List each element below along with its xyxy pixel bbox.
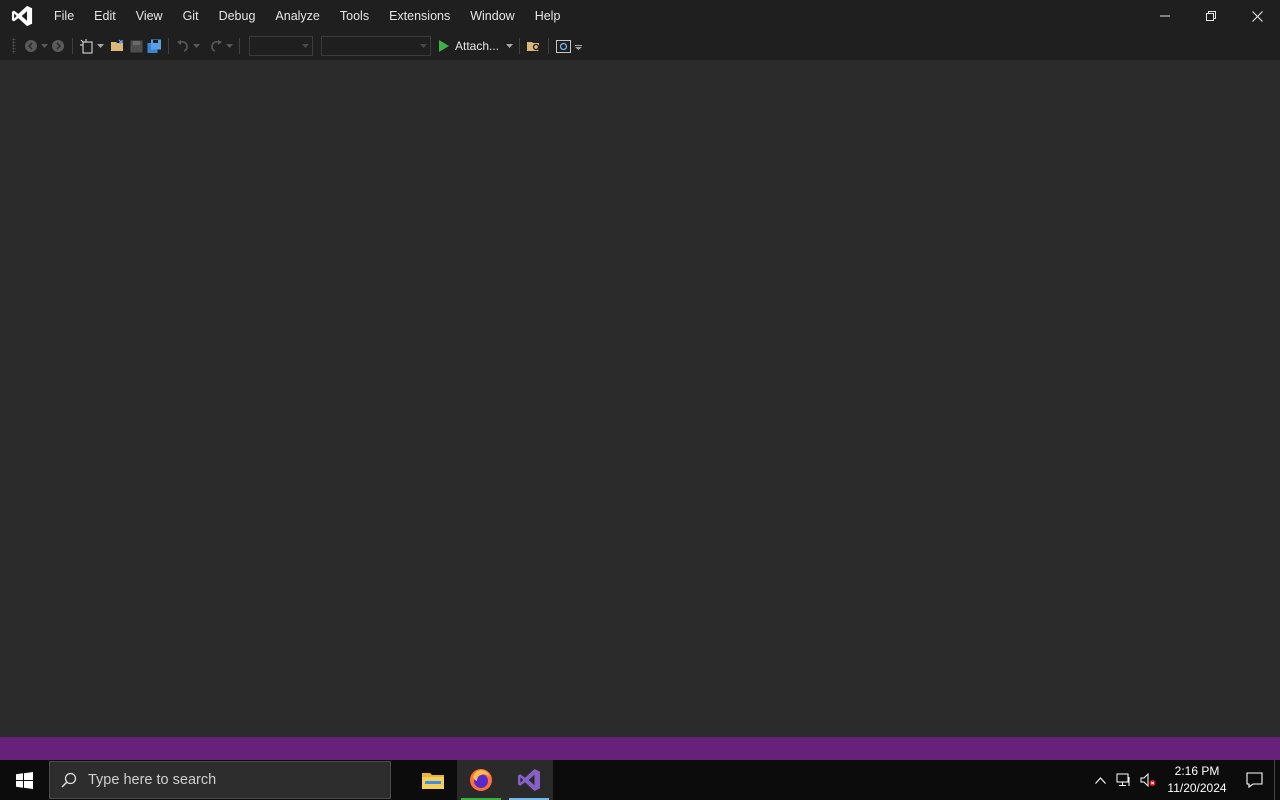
navigate-back-dropdown-icon[interactable]: [40, 35, 49, 57]
toolbar-grip[interactable]: [12, 38, 16, 54]
find-in-files-icon[interactable]: [525, 35, 543, 57]
chevron-down-icon: [420, 44, 427, 48]
close-icon: [1251, 10, 1263, 22]
clock-time: 2:16 PM: [1174, 764, 1220, 778]
menu-git[interactable]: Git: [173, 0, 209, 32]
solution-platforms-dropdown[interactable]: [321, 36, 431, 56]
visual-studio-icon: [518, 769, 540, 791]
menu-window[interactable]: Window: [460, 0, 524, 32]
menu-debug[interactable]: Debug: [209, 0, 266, 32]
redo-icon[interactable]: [207, 35, 225, 57]
save-icon[interactable]: [127, 35, 145, 57]
show-desktop-button[interactable]: [1274, 760, 1280, 800]
undo-dropdown-icon[interactable]: [192, 35, 201, 57]
minimize-button[interactable]: [1142, 0, 1188, 32]
menu-edit[interactable]: Edit: [84, 0, 126, 32]
open-folder-icon[interactable]: [109, 35, 127, 57]
title-bar: File Edit View Git Debug Analyze Tools E…: [0, 0, 1280, 32]
clock-date: 11/20/2024: [1167, 781, 1227, 795]
redo-dropdown-icon[interactable]: [225, 35, 234, 57]
show-hidden-icons-chevron-up-icon[interactable]: [1088, 760, 1112, 800]
taskbar-file-explorer[interactable]: [409, 760, 457, 800]
close-button[interactable]: [1234, 0, 1280, 32]
new-project-icon[interactable]: [78, 35, 96, 57]
file-explorer-icon: [422, 773, 444, 789]
start-button[interactable]: [0, 760, 48, 800]
restore-button[interactable]: [1188, 0, 1234, 32]
menu-view[interactable]: View: [126, 0, 173, 32]
taskbar-search-box[interactable]: Type here to search: [49, 761, 391, 799]
menu-extensions[interactable]: Extensions: [379, 0, 460, 32]
attach-label: Attach...: [455, 39, 500, 53]
windows-taskbar: Type here to search 2:16 PM 11/20/2024: [0, 760, 1280, 800]
toolbar-separator: [548, 38, 550, 54]
menu-bar: File Edit View Git Debug Analyze Tools E…: [44, 0, 570, 32]
editor-workspace: [0, 60, 1280, 737]
network-icon[interactable]: [1112, 760, 1136, 800]
search-icon: [50, 772, 88, 788]
volume-muted-icon[interactable]: [1136, 760, 1160, 800]
navigate-back-icon[interactable]: [22, 35, 40, 57]
toolbar-separator: [72, 38, 73, 54]
restore-icon: [1206, 11, 1216, 21]
toolbar-options-icon[interactable]: [574, 35, 583, 57]
taskbar-visual-studio[interactable]: [505, 760, 553, 800]
minimize-icon: [1160, 15, 1170, 17]
attach-dropdown-icon[interactable]: [505, 35, 514, 57]
visual-studio-logo-icon[interactable]: [0, 0, 44, 32]
toolbar-separator: [168, 38, 169, 54]
screenshot-icon[interactable]: [554, 35, 572, 57]
windows-logo-icon: [15, 771, 33, 789]
menu-file[interactable]: File: [44, 0, 84, 32]
standard-toolbar: Attach...: [0, 32, 1280, 60]
menu-tools[interactable]: Tools: [330, 0, 379, 32]
notification-icon: [1245, 772, 1263, 788]
menu-help[interactable]: Help: [525, 0, 571, 32]
undo-icon[interactable]: [174, 35, 192, 57]
toolbar-separator: [519, 38, 521, 54]
taskbar-clock[interactable]: 2:16 PM 11/20/2024: [1160, 763, 1234, 797]
solution-configurations-dropdown[interactable]: [249, 36, 313, 56]
system-tray: 2:16 PM 11/20/2024: [1088, 760, 1280, 800]
toolbar-separator: [239, 38, 240, 54]
firefox-icon: [470, 769, 492, 791]
save-all-icon[interactable]: [145, 35, 163, 57]
action-center-button[interactable]: [1234, 760, 1274, 800]
navigate-forward-icon[interactable]: [49, 35, 67, 57]
attach-button[interactable]: Attach...: [435, 35, 503, 57]
status-bar: [0, 737, 1280, 760]
search-placeholder: Type here to search: [88, 772, 217, 788]
window-controls: [1142, 0, 1280, 32]
play-icon: [439, 40, 449, 52]
taskbar-firefox[interactable]: [457, 760, 505, 800]
chevron-down-icon: [302, 44, 309, 48]
menu-analyze[interactable]: Analyze: [265, 0, 329, 32]
new-project-dropdown-icon[interactable]: [96, 35, 105, 57]
